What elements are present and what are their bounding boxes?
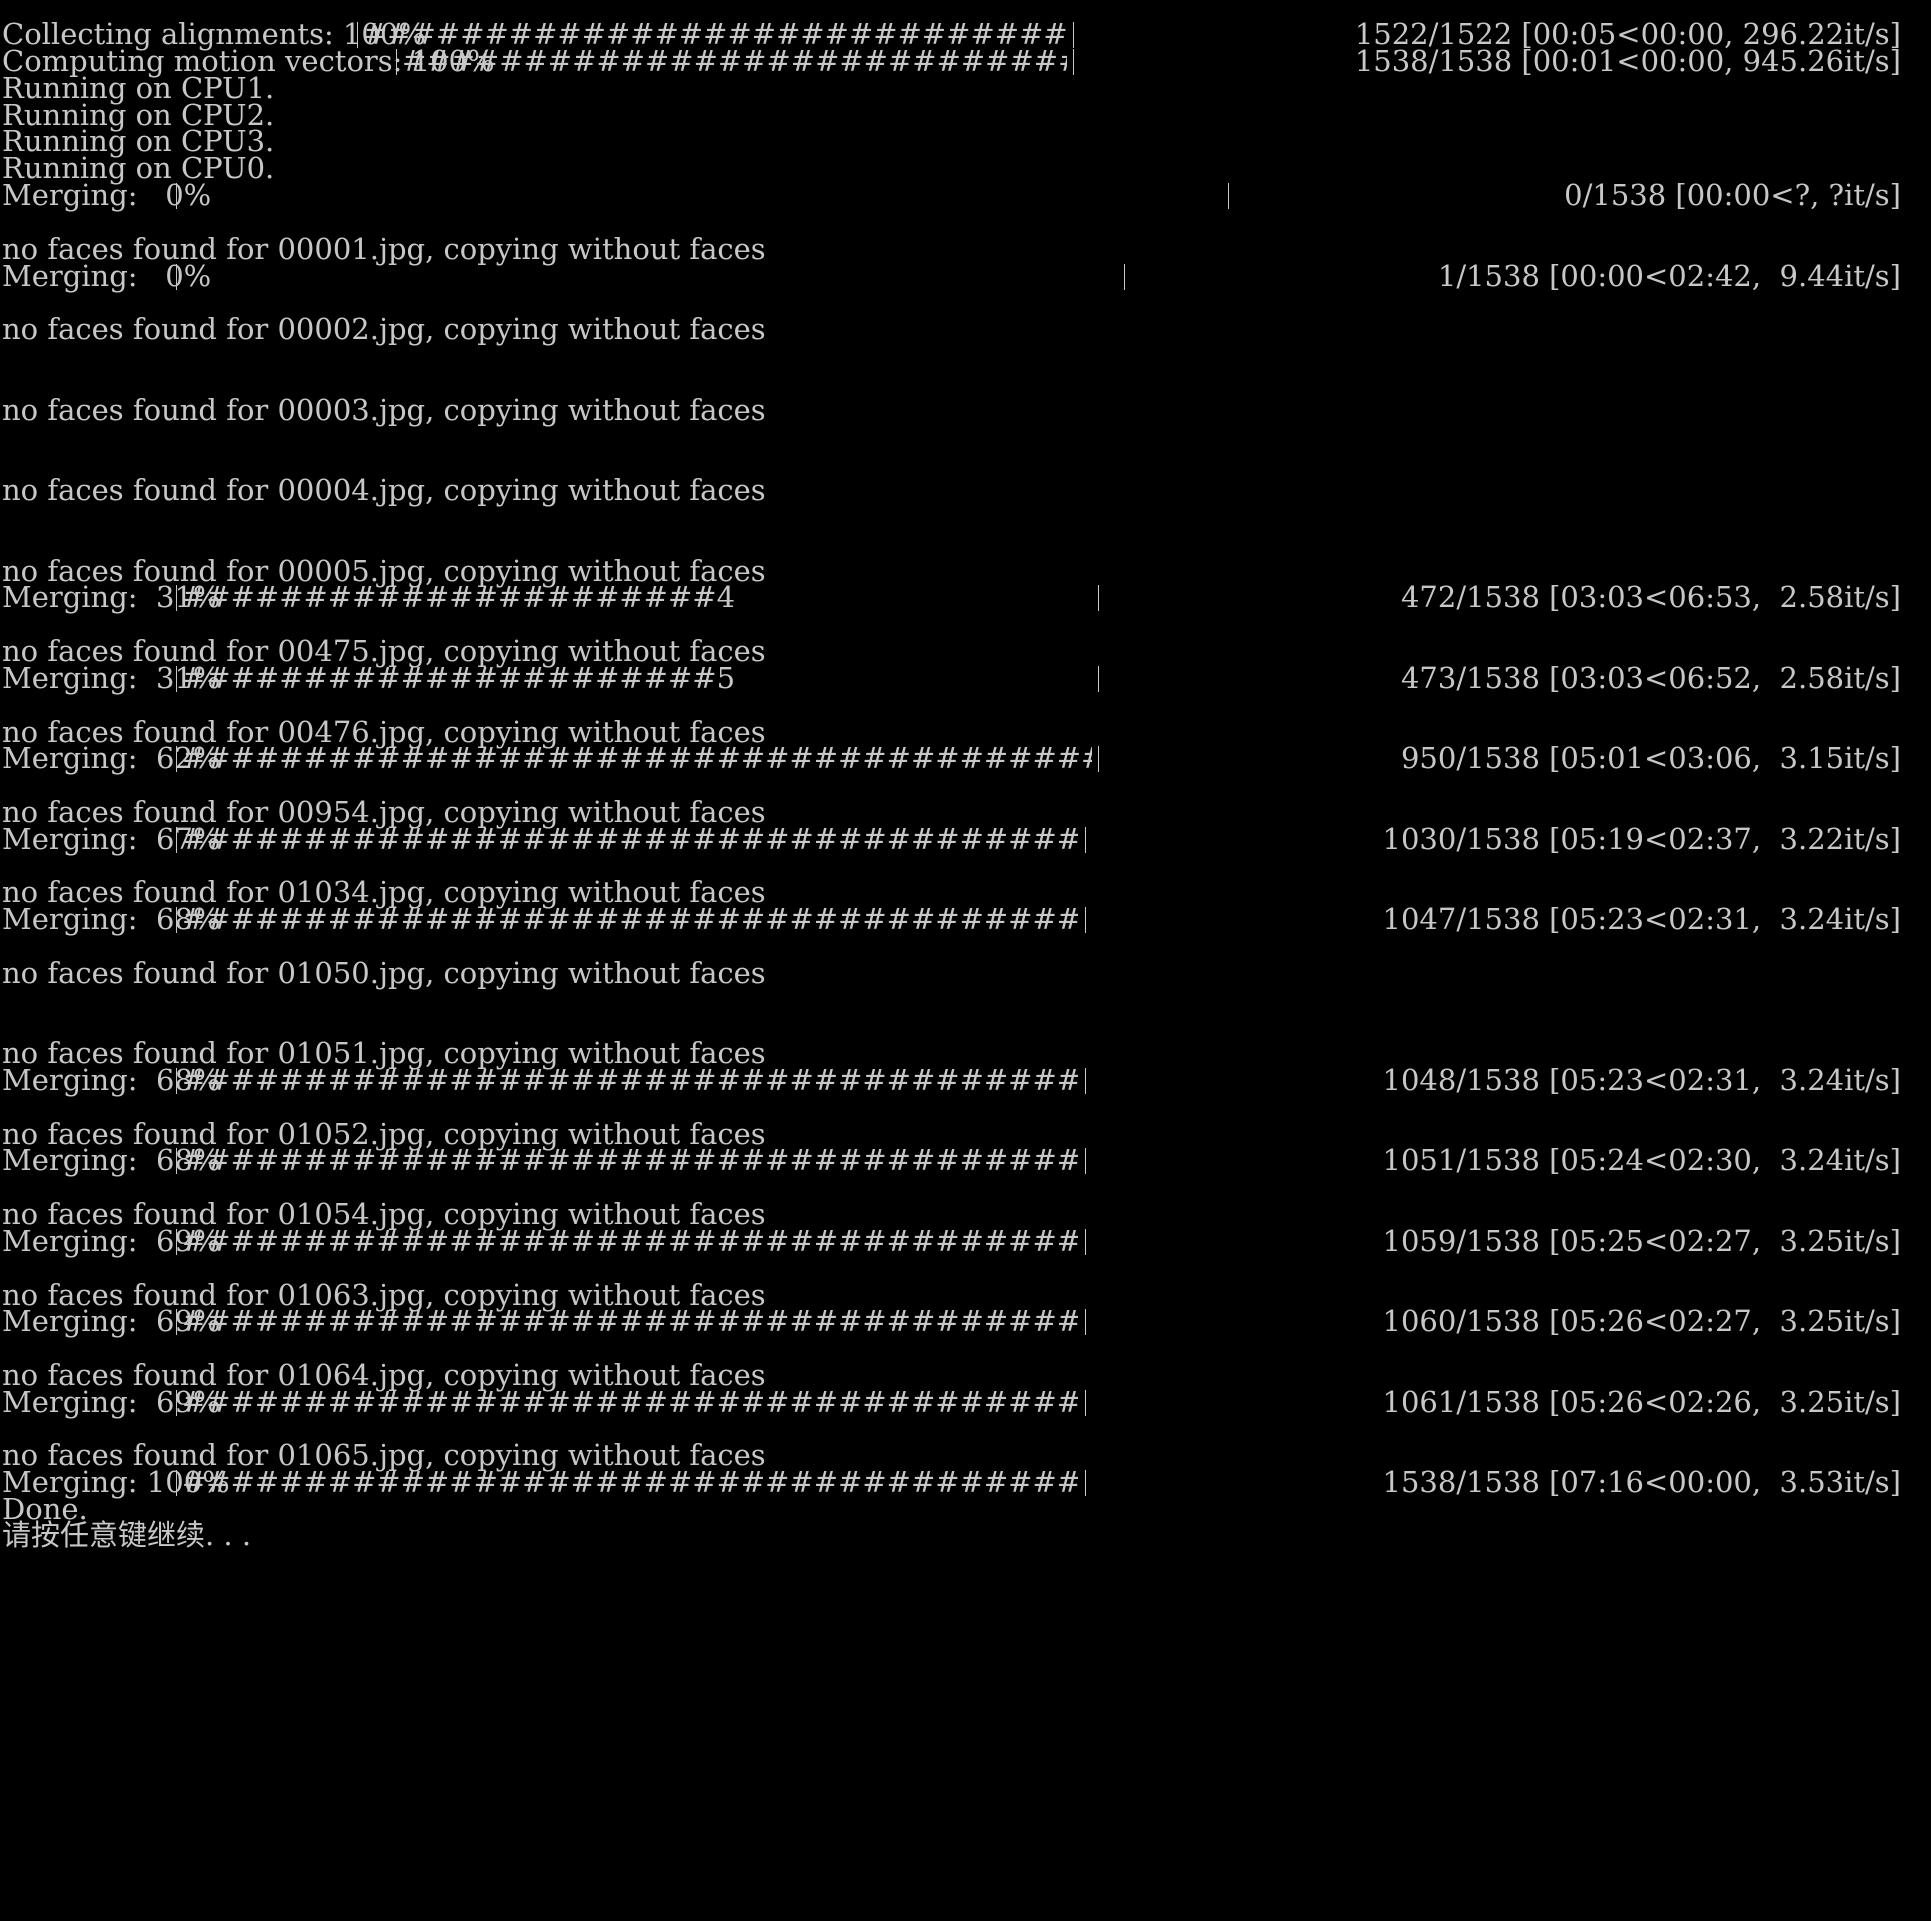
progress-stats: 0/1538 [00:00<?, ?it/s] — [1564, 178, 1901, 212]
progress-bar-right-edge — [1098, 585, 1099, 611]
progress-stats: 1/1538 [00:00<02:42, 9.44it/s] — [1437, 259, 1901, 293]
progress-stats: 1061/1538 [05:26<02:26, 3.25it/s] — [1382, 1385, 1901, 1419]
progress-stats: 1051/1538 [05:24<02:30, 3.24it/s] — [1382, 1143, 1901, 1177]
progress-stats: 1060/1538 [05:26<02:27, 3.25it/s] — [1382, 1304, 1901, 1338]
progress-bar-fill: ########################################… — [182, 1305, 1078, 1338]
progress-bar-right-edge — [1124, 264, 1125, 290]
progress-line: Computing motion vectors: 100% #########… — [0, 45, 1901, 78]
progress-bar-left-edge — [176, 183, 177, 209]
progress-line: Merging: 31% ######################4 472… — [0, 581, 1901, 614]
progress-bar-left-edge — [396, 49, 397, 75]
progress-bar-left-edge — [176, 907, 177, 933]
progress-bar-fill: ########################################… — [182, 823, 1078, 856]
progress-prefix: Merging: 0% — [2, 259, 212, 293]
progress-bar-left-edge — [176, 1470, 177, 1496]
progress-stats: 950/1538 [05:01<03:06, 3.15it/s] — [1400, 741, 1901, 775]
progress-bar-right-edge — [1085, 1148, 1086, 1174]
progress-line: Merging: 69% ###########################… — [0, 1305, 1901, 1338]
progress-bar-right-edge — [1085, 1309, 1086, 1335]
progress-line: Merging: 0% 1/1538 [00:00<02:42, 9.44it/… — [0, 260, 1901, 293]
progress-prefix: Merging: 0% — [2, 178, 212, 212]
progress-bar-left-edge — [176, 585, 177, 611]
progress-stats: 1030/1538 [05:19<02:37, 3.22it/s] — [1382, 822, 1901, 856]
log-message: no faces found for 00004.jpg, copying wi… — [2, 473, 766, 507]
progress-line: Merging: 68% ###########################… — [0, 1064, 1901, 1097]
progress-bar-fill: ######################4 — [182, 581, 736, 614]
progress-line: Merging: 69% ###########################… — [0, 1225, 1901, 1258]
progress-bar-fill: ########################################… — [402, 45, 1067, 78]
progress-line: Merging: 62% ###########################… — [0, 742, 1901, 775]
progress-bar-left-edge — [176, 1148, 177, 1174]
progress-line: Merging: 68% ###########################… — [0, 1144, 1901, 1177]
progress-bar-fill: ########################################… — [182, 1064, 1078, 1097]
progress-line: Merging: 0% 0/1538 [00:00<?, ?it/s] — [0, 179, 1901, 212]
progress-bar-right-edge — [1085, 907, 1086, 933]
progress-stats: 472/1538 [03:03<06:53, 2.58it/s] — [1400, 580, 1901, 614]
progress-bar-right-edge — [1228, 183, 1229, 209]
progress-bar-fill: ########################################… — [182, 903, 1078, 936]
progress-bar-right-edge — [1085, 1470, 1086, 1496]
progress-bar-fill: ######################5 — [182, 662, 736, 695]
progress-bar-left-edge — [176, 666, 177, 692]
progress-bar-fill: ########################################… — [182, 1466, 1078, 1499]
progress-stats: 1048/1538 [05:23<02:31, 3.24it/s] — [1382, 1063, 1901, 1097]
log-message: no faces found for 01050.jpg, copying wi… — [2, 956, 766, 990]
progress-stats: 1059/1538 [05:25<02:27, 3.25it/s] — [1382, 1224, 1901, 1258]
log-message: no faces found for 00002.jpg, copying wi… — [2, 312, 766, 346]
progress-line: Merging: 100% ##########################… — [0, 1466, 1901, 1499]
progress-line: Merging: 67% ###########################… — [0, 823, 1901, 856]
progress-bar-fill: ########################################… — [182, 742, 1092, 775]
progress-bar-left-edge — [176, 746, 177, 772]
progress-line: Merging: 69% ###########################… — [0, 1386, 1901, 1419]
console-window[interactable]: Collecting alignments: 100% ############… — [0, 0, 1931, 1921]
progress-bar-right-edge — [1098, 666, 1099, 692]
progress-bar-left-edge — [176, 1309, 177, 1335]
progress-bar-fill: ########################################… — [182, 1386, 1078, 1419]
log-message: no faces found for 00003.jpg, copying wi… — [2, 393, 766, 427]
progress-bar-left-edge — [176, 264, 177, 290]
progress-stats: 1538/1538 [00:01<00:00, 945.26it/s] — [1354, 44, 1901, 78]
progress-bar-left-edge — [176, 1068, 177, 1094]
progress-bar-right-edge — [1085, 1390, 1086, 1416]
progress-line: Merging: 31% ######################5 473… — [0, 662, 1901, 695]
progress-bar-left-edge — [176, 827, 177, 853]
press-any-key-prompt: 请按任意键继续. . . — [2, 1518, 252, 1552]
progress-bar-left-edge — [176, 1390, 177, 1416]
progress-stats: 1538/1538 [07:16<00:00, 3.53it/s] — [1382, 1465, 1901, 1499]
progress-bar-fill: ########################################… — [182, 1144, 1078, 1177]
progress-stats: 473/1538 [03:03<06:52, 2.58it/s] — [1400, 661, 1901, 695]
progress-bar-right-edge — [1085, 827, 1086, 853]
progress-bar-right-edge — [1098, 746, 1099, 772]
progress-bar-right-edge — [1085, 1068, 1086, 1094]
progress-line: Merging: 68% ###########################… — [0, 903, 1901, 936]
progress-stats: 1047/1538 [05:23<02:31, 3.24it/s] — [1382, 902, 1901, 936]
progress-bar-left-edge — [176, 1229, 177, 1255]
progress-bar-right-edge — [1073, 49, 1074, 75]
progress-bar-right-edge — [1085, 1229, 1086, 1255]
progress-bar-fill: ########################################… — [182, 1225, 1078, 1258]
